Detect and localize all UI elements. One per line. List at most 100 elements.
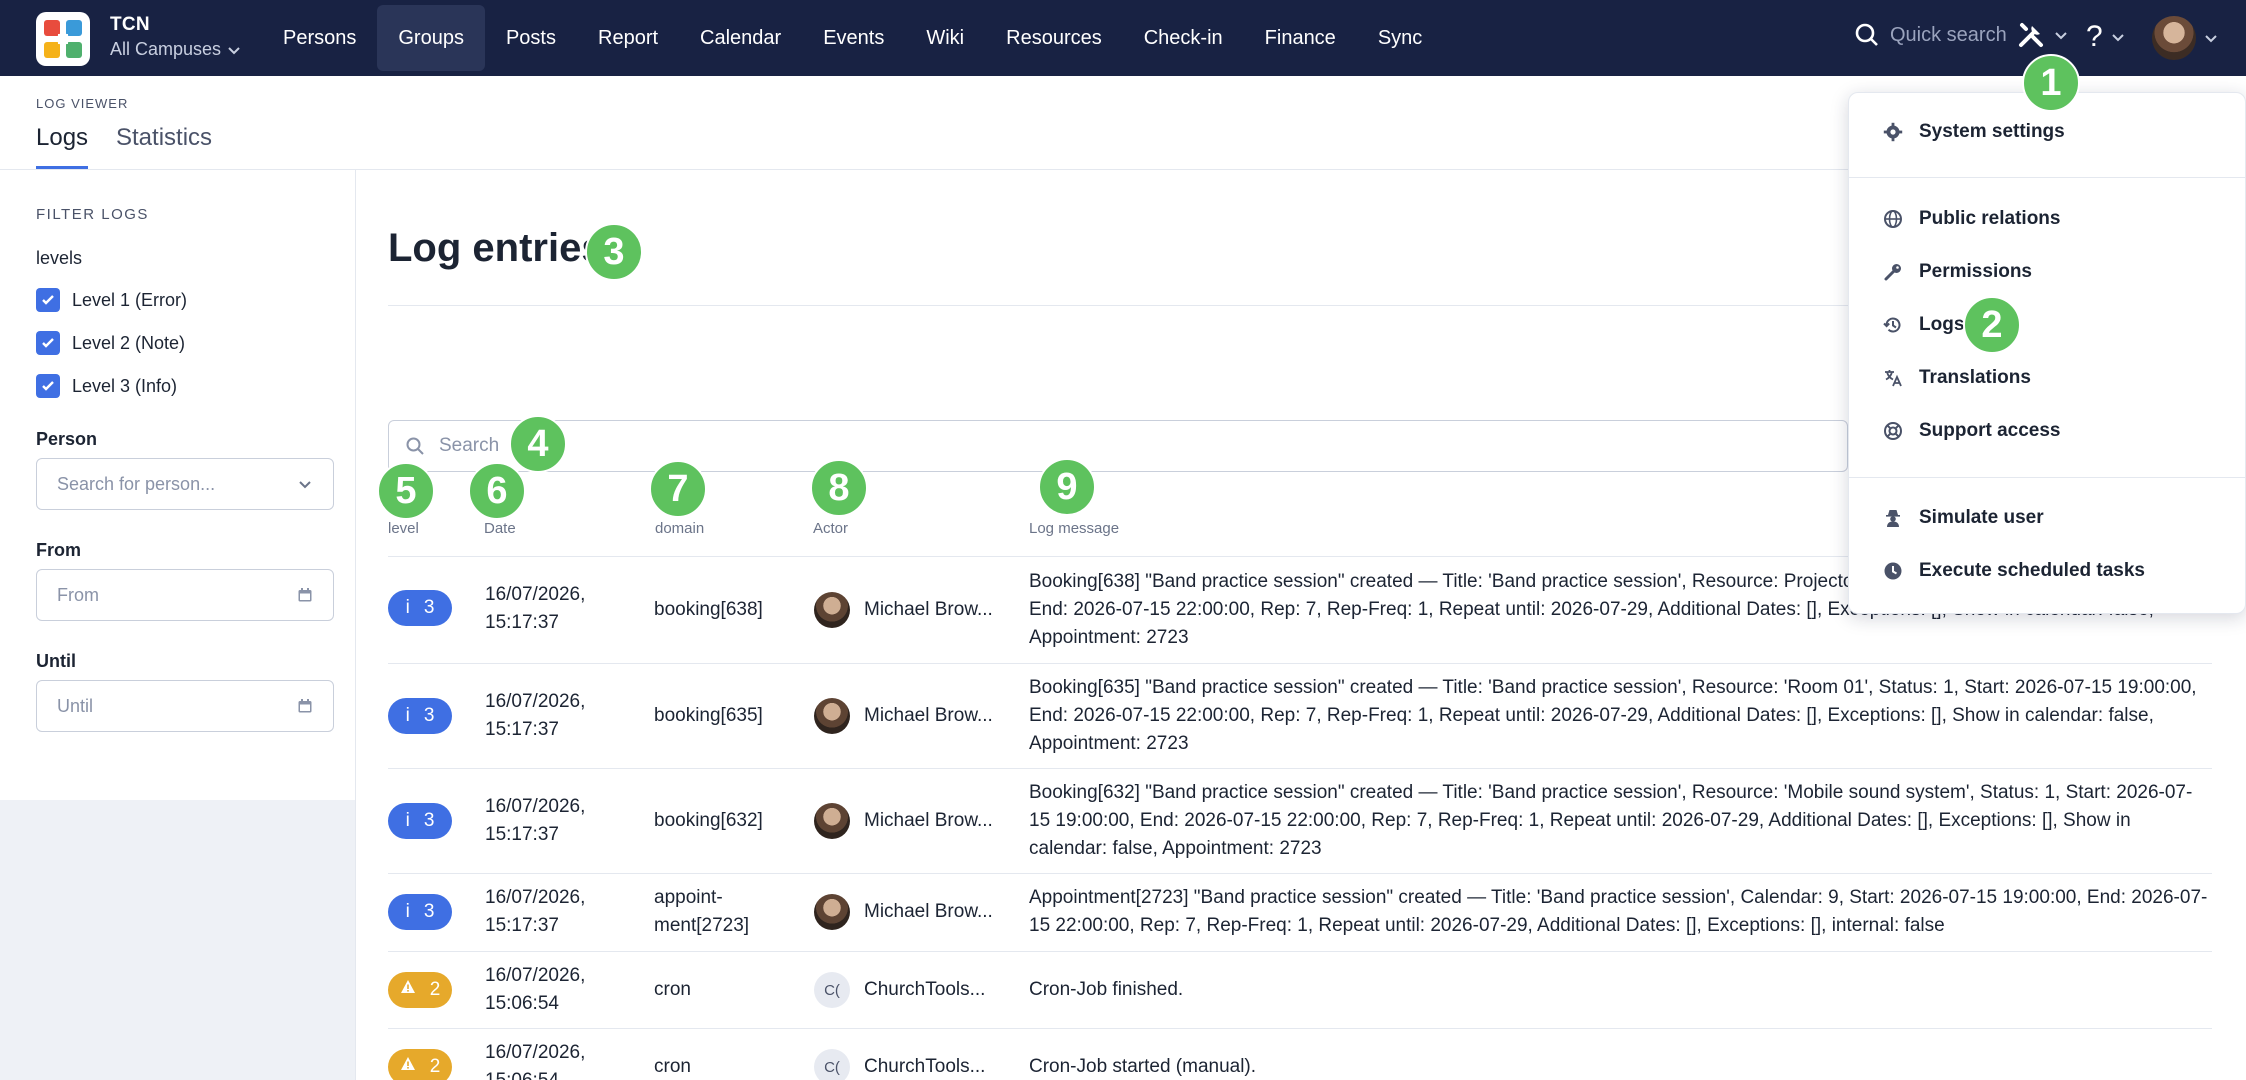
nav-finance[interactable]: Finance	[1244, 5, 1357, 71]
info-icon: i	[405, 597, 410, 618]
filter-heading: FILTER LOGS	[36, 206, 149, 223]
until-date-field[interactable]: Until	[36, 680, 334, 732]
search-placeholder: Search	[439, 435, 500, 456]
step-marker-9: 9	[1038, 458, 1096, 516]
menu-item-execute-scheduled-tasks[interactable]: Execute scheduled tasks	[1883, 560, 2145, 582]
menu-item-support-access[interactable]: Support access	[1883, 420, 2061, 442]
nav-groups[interactable]: Groups	[377, 5, 485, 71]
column-header-actor[interactable]: Actor	[813, 520, 848, 537]
admin-tools-button[interactable]	[2016, 20, 2068, 50]
from-placeholder: From	[57, 584, 99, 605]
tools-icon	[2019, 23, 2043, 47]
search-icon	[1855, 23, 1878, 46]
nav-calendar[interactable]: Calendar	[679, 5, 802, 71]
user-menu-button[interactable]	[2152, 16, 2218, 60]
from-date-field[interactable]: From	[36, 569, 334, 621]
log-message-cell: Appointment[2723] "Band practice session…	[1029, 887, 2208, 936]
table-row[interactable]: 2 16/07/2026,15:06:54 cron C( ChurchTool…	[388, 952, 2212, 1029]
warning-icon	[400, 979, 416, 1001]
actor-cell[interactable]: Michael Brow...	[814, 698, 993, 734]
gear-icon	[1883, 122, 1903, 142]
nav-events[interactable]: Events	[802, 5, 905, 71]
avatar	[2152, 16, 2196, 60]
level-1-checkbox[interactable]: Level 1 (Error)	[36, 288, 187, 312]
user-secret-icon	[1886, 510, 1900, 527]
menu-item-system-settings[interactable]: System settings	[1883, 121, 2065, 143]
top-navigation-bar: TCN All Campuses Persons Groups Posts Re…	[0, 0, 2246, 76]
step-marker-3: 3	[585, 223, 643, 281]
tab-statistics[interactable]: Statistics	[116, 124, 212, 166]
column-header-domain[interactable]: domain	[655, 520, 704, 537]
level-3-label: Level 3 (Info)	[72, 375, 178, 396]
chevron-down-icon	[228, 46, 240, 54]
menu-item-logs[interactable]: Logs	[1883, 314, 1964, 336]
log-message-cell: Cron-Job finished.	[1029, 979, 1184, 1000]
quick-search-label: Quick search	[1890, 23, 2007, 46]
menu-item-simulate-user[interactable]: Simulate user	[1883, 507, 2044, 529]
avatar: C(	[814, 972, 850, 1008]
actor-cell[interactable]: Michael Brow...	[814, 592, 993, 628]
menu-divider	[1849, 177, 2246, 178]
avatar: C(	[814, 1049, 850, 1080]
date-cell: 16/07/2026, 15:17:37	[485, 691, 586, 740]
nav-report[interactable]: Report	[577, 5, 679, 71]
actor-cell[interactable]: C( ChurchTools...	[814, 1049, 985, 1080]
table-row[interactable]: 2 16/07/2026,15:06:54 cron C( ChurchTool…	[388, 1029, 2212, 1080]
translate-icon	[1885, 370, 1902, 387]
step-marker-8: 8	[810, 459, 868, 517]
checkbox-checked-icon	[36, 374, 60, 398]
level-2-label: Level 2 (Note)	[72, 332, 186, 353]
log-search-input[interactable]: Search	[388, 420, 1848, 472]
org-switcher[interactable]: TCN All Campuses	[110, 14, 241, 60]
clock-icon	[1884, 562, 1902, 580]
person-search-field[interactable]: Search for person...	[36, 458, 334, 510]
campus-selector: All Campuses	[110, 39, 222, 59]
avatar	[814, 592, 850, 628]
column-header-date[interactable]: Date	[484, 520, 516, 537]
info-icon: i	[405, 810, 410, 831]
table-row[interactable]: i3 16/07/2026, 15:17:37 booking[632] Mich…	[388, 769, 2212, 874]
admin-dropdown-menu: System settings Public relations Permiss…	[1848, 92, 2246, 614]
chevron-down-icon	[2055, 32, 2067, 40]
help-icon: ?	[2086, 20, 2103, 53]
quick-search[interactable]: Quick search	[1854, 22, 2007, 48]
search-icon	[406, 437, 424, 455]
until-placeholder: Until	[57, 695, 94, 716]
column-header-log-message[interactable]: Log message	[1029, 520, 1119, 537]
nav-posts[interactable]: Posts	[485, 5, 577, 71]
menu-item-permissions[interactable]: Permissions	[1883, 261, 2032, 283]
tab-logs[interactable]: Logs	[36, 124, 89, 169]
actor-cell[interactable]: Michael Brow...	[814, 803, 993, 839]
info-icon: i	[405, 901, 410, 922]
menu-item-public-relations[interactable]: Public relations	[1883, 208, 2060, 230]
chevron-down-icon	[2205, 35, 2217, 43]
help-button[interactable]: ?	[2086, 20, 2125, 54]
nav-check-in[interactable]: Check-in	[1123, 5, 1244, 71]
menu-item-translations[interactable]: Translations	[1883, 367, 2031, 389]
nav-persons[interactable]: Persons	[262, 5, 377, 71]
date-cell: 16/07/2026, 15:17:37	[485, 887, 586, 936]
sidebar-background	[0, 800, 356, 1080]
nav-wiki[interactable]: Wiki	[905, 5, 985, 71]
nav-sync[interactable]: Sync	[1357, 5, 1443, 71]
chevron-down-icon	[2111, 34, 2124, 42]
level-badge: i3	[388, 698, 452, 734]
date-cell: 16/07/2026, 15:17:37	[485, 796, 586, 845]
main-nav: Persons Groups Posts Report Calendar Eve…	[262, 0, 1443, 76]
levels-label: levels	[36, 248, 83, 268]
column-header-level[interactable]: level	[388, 520, 419, 537]
until-label: Until	[36, 651, 76, 671]
avatar	[814, 698, 850, 734]
level-2-checkbox[interactable]: Level 2 (Note)	[36, 331, 185, 355]
actor-cell[interactable]: Michael Brow...	[814, 894, 993, 930]
breadcrumb: LOG VIEWER	[36, 96, 129, 111]
table-row[interactable]: i3 16/07/2026, 15:17:37 booking[635] Mich…	[388, 664, 2212, 769]
step-marker-1: 1	[2022, 54, 2080, 112]
date-cell: 16/07/2026, 15:17:37	[485, 584, 586, 633]
actor-cell[interactable]: C( ChurchTools...	[814, 972, 985, 1008]
app-logo[interactable]	[36, 12, 90, 66]
nav-resources[interactable]: Resources	[985, 5, 1123, 71]
level-3-checkbox[interactable]: Level 3 (Info)	[36, 374, 177, 398]
filter-panel: FILTER LOGS levels Level 1 (Error) Level…	[0, 170, 356, 800]
table-row[interactable]: i3 16/07/2026, 15:17:37 appoint-ment[2723…	[388, 874, 2212, 952]
